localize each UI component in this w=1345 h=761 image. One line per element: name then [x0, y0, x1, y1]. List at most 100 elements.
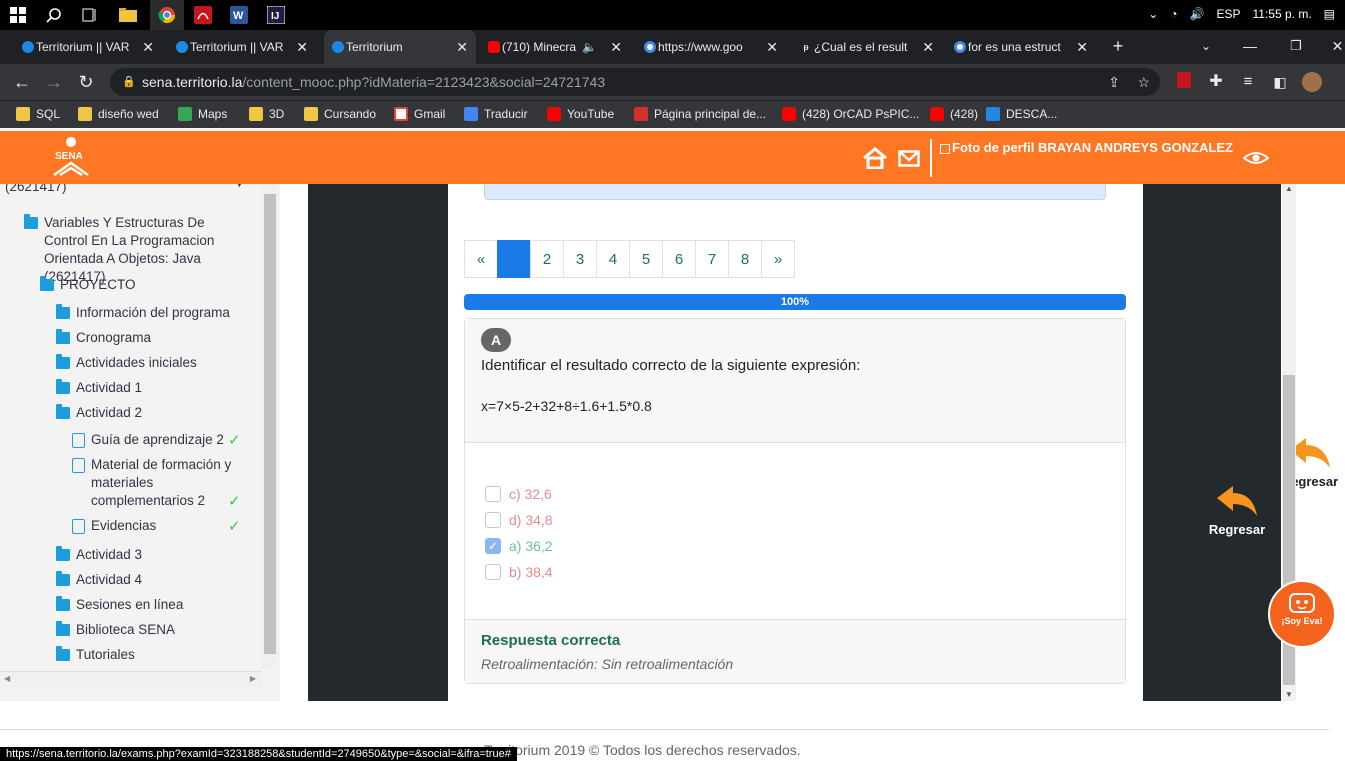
tab-google[interactable]: https://www.goo ✕: [636, 30, 786, 64]
sidebar-subitem-evidencias[interactable]: Evidencias: [72, 517, 156, 535]
notification-icon[interactable]: ▤: [1324, 7, 1335, 21]
pagination-page-8[interactable]: 8: [728, 240, 762, 278]
option-d[interactable]: d) 34,8: [485, 512, 553, 528]
chevron-up-icon[interactable]: ⌄: [1148, 7, 1158, 21]
close-icon[interactable]: ✕: [296, 39, 308, 56]
home-icon[interactable]: [862, 147, 888, 174]
restore-icon[interactable]: ❐: [1286, 36, 1306, 56]
pagination-page-3[interactable]: 3: [563, 240, 597, 278]
bookmark-3d[interactable]: 3D: [249, 107, 284, 121]
reload-icon[interactable]: ↻: [76, 72, 96, 92]
pagination-page-6[interactable]: 6: [662, 240, 696, 278]
sidebar-horizontal-scrollbar[interactable]: ◀ ▶: [0, 671, 262, 687]
sidebar-item-actividad-3[interactable]: Actividad 3: [56, 546, 142, 564]
eva-assistant-button[interactable]: ¡Soy Eva!: [1268, 580, 1336, 648]
network-icon[interactable]: ◔: [1170, 7, 1177, 21]
sidebar-item-cronograma[interactable]: Cronograma: [56, 329, 151, 347]
caret-down-icon[interactable]: ▼: [234, 184, 245, 190]
side-panel-icon[interactable]: ◧: [1270, 72, 1290, 92]
bookmark-traducir[interactable]: Traducir: [464, 107, 528, 121]
volume-icon[interactable]: 🔊: [1190, 7, 1205, 21]
regresar-button[interactable]: Regresar: [1204, 484, 1270, 537]
acrobat-icon[interactable]: [193, 5, 213, 25]
address-bar[interactable]: 🔒 sena.territorio.la/content_mooc.php?id…: [110, 68, 1160, 96]
option-a[interactable]: ✓ a) 36,2: [485, 538, 553, 554]
chrome-icon[interactable]: [157, 5, 177, 25]
pagination-page-7[interactable]: 7: [695, 240, 729, 278]
word-icon[interactable]: W: [229, 5, 249, 25]
sidebar-vertical-scrollbar[interactable]: [262, 184, 278, 669]
tab-territorium-1[interactable]: Territorium || VAR ✕: [14, 30, 162, 64]
sidebar-course-partial[interactable]: (2621417): [5, 184, 67, 196]
pagination-next[interactable]: »: [761, 240, 795, 278]
bookmark-pagina-principal[interactable]: Página principal de...: [634, 107, 766, 121]
lock-icon[interactable]: 🔒: [122, 68, 136, 96]
bookmark-maps[interactable]: Maps: [178, 107, 227, 121]
option-checkbox[interactable]: [485, 564, 501, 580]
sidebar-item-proyecto[interactable]: PROYECTO: [40, 276, 136, 294]
bookmark-descarga[interactable]: DESCA...: [986, 107, 1057, 121]
acrobat-extension-icon[interactable]: [1174, 72, 1194, 92]
bookmark-428[interactable]: (428): [930, 107, 978, 121]
media-playlist-icon[interactable]: ≡: [1238, 72, 1258, 92]
sidebar-subitem-guia[interactable]: Guía de aprendizaje 2: [72, 431, 224, 449]
scroll-right-icon[interactable]: ▶: [250, 674, 256, 683]
avatar[interactable]: [1302, 72, 1322, 92]
tab-territorium-2[interactable]: Territorium || VAR ✕: [168, 30, 316, 64]
close-icon[interactable]: ✕: [456, 39, 468, 56]
scrollbar-thumb[interactable]: [264, 194, 276, 654]
sena-logo[interactable]: SENA: [50, 135, 92, 179]
forward-arrow-icon[interactable]: →: [44, 72, 64, 92]
pagination-page-4[interactable]: 4: [596, 240, 630, 278]
windows-start-icon[interactable]: [8, 5, 28, 25]
option-b[interactable]: b) 38,4: [485, 564, 553, 580]
option-checkbox-checked[interactable]: ✓: [485, 538, 501, 554]
bookmark-gmail[interactable]: Gmail: [394, 107, 445, 121]
sidebar-item-actividades-iniciales[interactable]: Actividades iniciales: [56, 354, 197, 372]
pagination-page-2[interactable]: 2: [530, 240, 564, 278]
mail-icon[interactable]: [898, 150, 920, 172]
speaker-icon[interactable]: 🔈: [582, 40, 597, 54]
share-icon[interactable]: ⇪: [1108, 68, 1120, 96]
bookmark-star-icon[interactable]: ☆: [1137, 68, 1150, 96]
sidebar-item-sesiones[interactable]: Sesiones en línea: [56, 596, 183, 614]
window-close-icon[interactable]: ✕: [1330, 36, 1345, 56]
sidebar-item-informacion[interactable]: Información del programa: [56, 304, 230, 322]
close-icon[interactable]: ✕: [1076, 39, 1088, 56]
file-explorer-icon[interactable]: [118, 5, 138, 25]
close-icon[interactable]: ✕: [922, 39, 934, 56]
task-view-icon[interactable]: [80, 5, 100, 25]
pagination-prev[interactable]: «: [464, 240, 498, 278]
bookmark-cursando[interactable]: Cursando: [304, 107, 376, 121]
tab-google-for[interactable]: for es una estruct ✕: [946, 30, 1096, 64]
extensions-puzzle-icon[interactable]: ✚: [1206, 72, 1226, 92]
close-icon[interactable]: ✕: [142, 39, 154, 56]
sidebar-item-actividad-2[interactable]: Actividad 2: [56, 404, 142, 422]
pagination-page-1[interactable]: 1: [497, 240, 531, 278]
sidebar-item-actividad-4[interactable]: Actividad 4: [56, 571, 142, 589]
bookmark-youtube[interactable]: YouTube: [547, 107, 614, 121]
scroll-down-icon[interactable]: ▼: [1285, 690, 1293, 699]
scroll-up-icon[interactable]: ▲: [1285, 184, 1293, 193]
clock[interactable]: 11:55 p. m.: [1253, 7, 1312, 21]
bookmark-sql[interactable]: SQL: [16, 107, 60, 121]
sidebar-item-biblioteca[interactable]: Biblioteca SENA: [56, 621, 175, 639]
tab-youtube-minecraft[interactable]: (710) Minecra 🔈 ✕: [480, 30, 630, 64]
back-arrow-icon[interactable]: ←: [12, 72, 32, 92]
tab-search-icon[interactable]: ⌄: [1196, 36, 1216, 56]
sidebar-subitem-material[interactable]: Material de formación y materiales compl…: [72, 456, 237, 510]
profile-photo[interactable]: Foto de perfil BRAYAN ANDREYS GONZALEZ: [930, 139, 1233, 177]
tab-territorium-active[interactable]: Territorium ✕: [324, 30, 476, 64]
sidebar-item-actividad-1[interactable]: Actividad 1: [56, 379, 142, 397]
language-indicator[interactable]: ESP: [1216, 7, 1240, 21]
close-icon[interactable]: ✕: [766, 39, 778, 56]
tab-brainly[interactable]: ᵽ ¿Cual es el result ✕: [792, 30, 942, 64]
bookmark-diseno-wed[interactable]: diseño wed: [78, 107, 159, 121]
new-tab-icon[interactable]: +: [1108, 36, 1128, 56]
option-c[interactable]: c) 32,6: [485, 486, 552, 502]
close-icon[interactable]: ✕: [610, 39, 622, 56]
intellij-icon[interactable]: IJ: [266, 5, 286, 25]
option-checkbox[interactable]: [485, 486, 501, 502]
minimize-icon[interactable]: —: [1240, 36, 1260, 56]
sidebar-item-tutoriales[interactable]: Tutoriales: [56, 646, 135, 664]
